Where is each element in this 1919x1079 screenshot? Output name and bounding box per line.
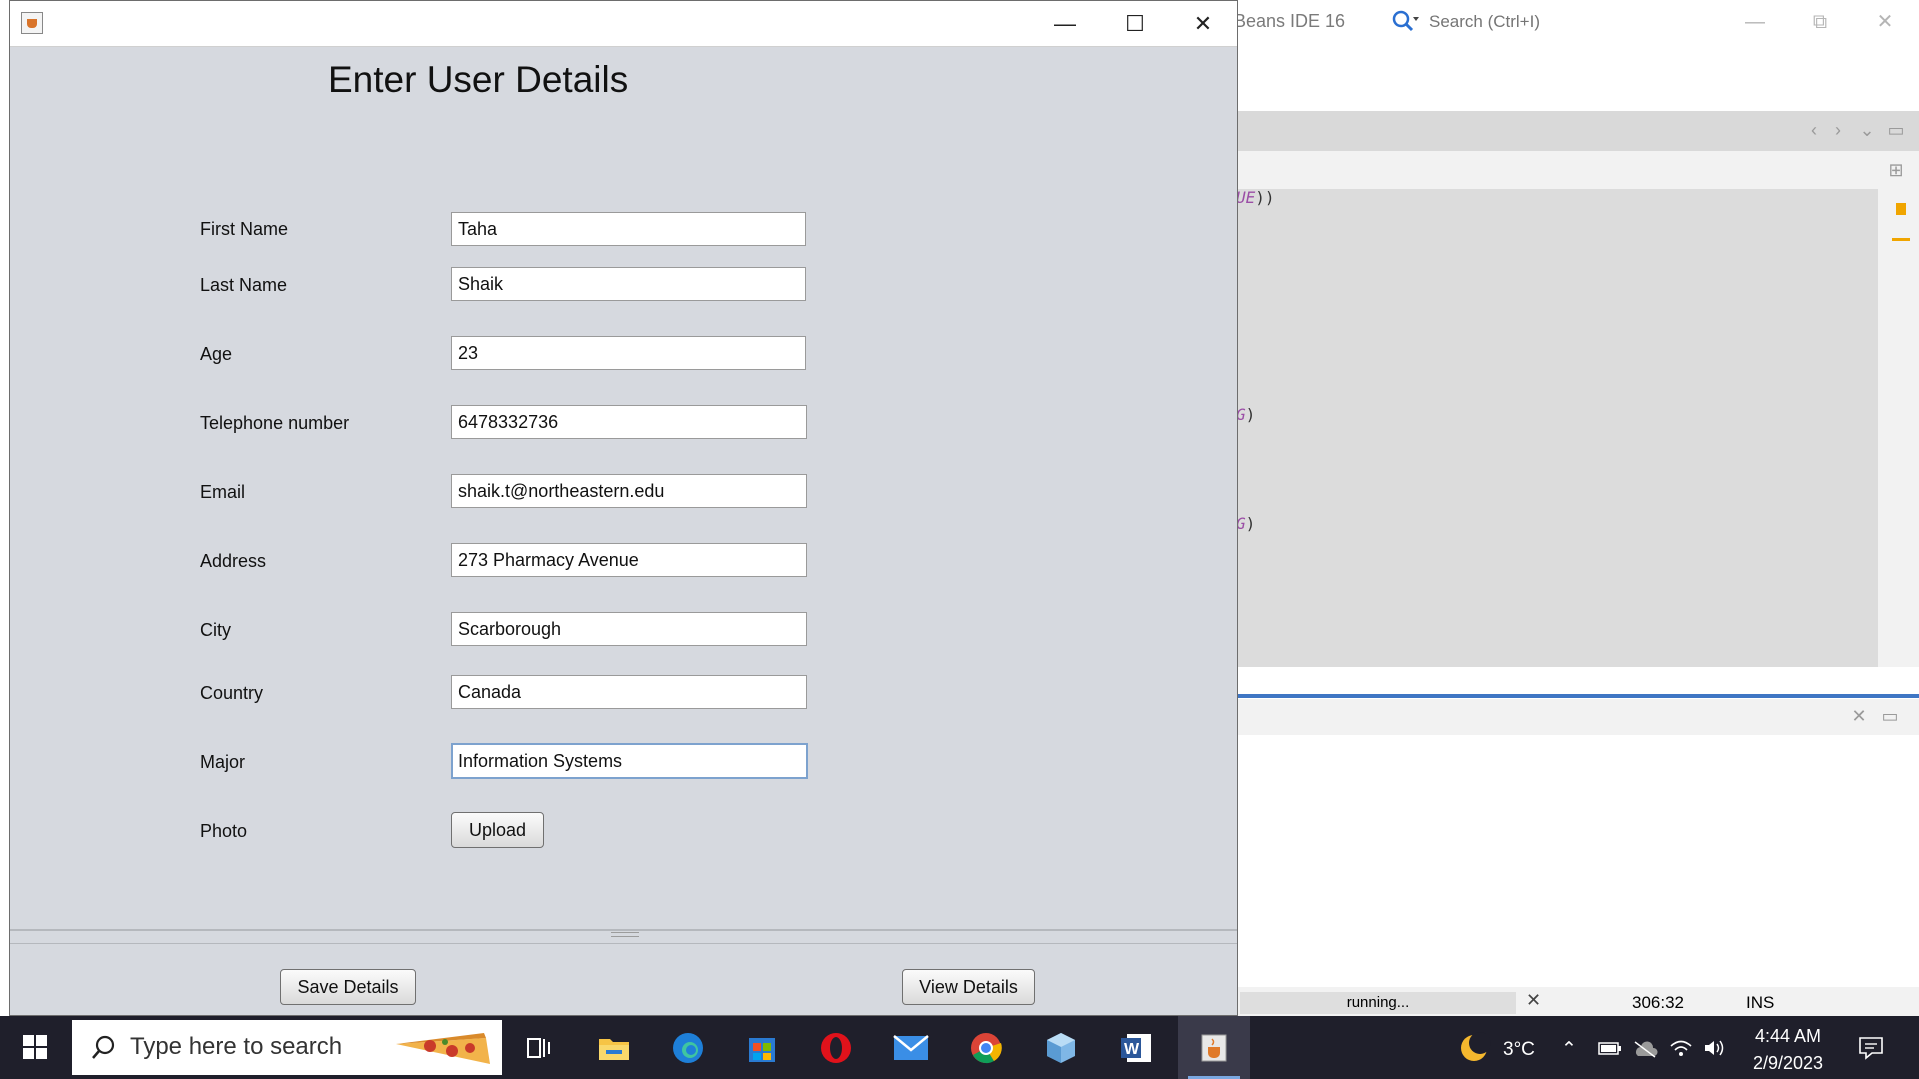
warning-marker[interactable] (1896, 203, 1906, 215)
weather-icon[interactable] (1458, 1031, 1492, 1071)
error-stripe (1878, 189, 1919, 667)
file-explorer-icon[interactable] (578, 1016, 650, 1079)
first-name-field[interactable] (451, 212, 806, 246)
edge-icon[interactable] (652, 1016, 724, 1079)
insert-mode: INS (1746, 993, 1775, 1012)
close-button[interactable]: ✕ (1168, 1, 1238, 46)
ide-minimize-button[interactable]: — (1735, 6, 1775, 38)
microsoft-store-icon[interactable] (726, 1016, 798, 1079)
word-icon[interactable]: W (1100, 1016, 1172, 1079)
city-label: City (200, 620, 231, 640)
search-icon[interactable] (1390, 8, 1420, 36)
svg-text:W: W (1124, 1041, 1140, 1058)
battery-icon[interactable] (1598, 1040, 1622, 1062)
ide-editor-toolbar (1238, 151, 1919, 189)
caret-marker (1892, 238, 1910, 241)
email-label: Email (200, 482, 246, 502)
taskbar-search-placeholder[interactable]: Type here to search (130, 1033, 342, 1061)
java-icon[interactable] (1178, 1016, 1250, 1079)
city-field[interactable] (451, 612, 807, 646)
output-panel[interactable] (1238, 735, 1919, 985)
telephone-label: Telephone number (200, 413, 350, 433)
save-details-button[interactable]: Save Details (280, 969, 416, 1005)
code-fragment: G) (1236, 514, 1256, 533)
divider (10, 929, 1237, 931)
task-view-icon[interactable] (504, 1016, 576, 1079)
divider (10, 943, 1237, 944)
clock-time[interactable]: 4:44 AM (1745, 1026, 1831, 1047)
wifi-icon[interactable] (1669, 1038, 1693, 1064)
onedrive-icon[interactable] (1632, 1040, 1658, 1064)
windows-logo-icon (23, 1035, 34, 1046)
maximize-window-icon[interactable]: ▭ (1886, 120, 1906, 140)
split-view-icon[interactable]: ⊞ (1886, 160, 1906, 180)
java-icon[interactable] (21, 12, 43, 34)
maximize-window-icon[interactable]: ▭ (1880, 706, 1900, 726)
code-fragment: G) (1236, 405, 1256, 424)
chevron-up-icon[interactable]: ⌃ (1561, 1038, 1577, 1061)
page-title: Enter User Details (328, 59, 629, 100)
upload-button[interactable]: Upload (451, 812, 544, 848)
caret-position: 306:32 (1632, 993, 1684, 1012)
volume-icon[interactable] (1703, 1038, 1727, 1064)
age-field[interactable] (451, 336, 806, 370)
mail-icon[interactable] (875, 1016, 947, 1079)
ide-title: Beans IDE 16 (1234, 11, 1346, 31)
maximize-button[interactable]: ☐ (1100, 1, 1170, 46)
address-label: Address (200, 551, 267, 571)
user-details-window: — ☐ ✕ Enter User Details First Name Last… (9, 0, 1238, 1016)
window-titlebar[interactable]: — ☐ ✕ (10, 1, 1237, 47)
photo-label: Photo (200, 821, 248, 841)
weather-temperature[interactable]: 3°C (1503, 1039, 1535, 1061)
windows-logo-icon (36, 1048, 47, 1059)
code-editor[interactable] (1238, 189, 1878, 667)
address-field[interactable] (451, 543, 807, 577)
chrome-icon[interactable] (950, 1016, 1022, 1079)
ide-search-input[interactable] (1425, 9, 1723, 35)
chevron-left-icon[interactable]: ‹ (1804, 120, 1824, 140)
windows-logo-icon (23, 1048, 34, 1059)
windows-logo-icon (36, 1035, 47, 1046)
pizza-icon (390, 1024, 498, 1071)
chevron-down-icon[interactable]: ⌄ (1857, 120, 1877, 140)
first-name-label: First Name (200, 219, 289, 239)
email-field[interactable] (451, 474, 807, 508)
output-separator[interactable] (1238, 694, 1919, 698)
ide-restore-button[interactable]: ⧉ (1800, 6, 1840, 38)
last-name-label: Last Name (200, 275, 288, 295)
ide-toolbar (1238, 44, 1919, 110)
view-details-button[interactable]: View Details (902, 969, 1035, 1005)
chevron-right-icon[interactable]: › (1828, 120, 1848, 140)
search-icon (90, 1034, 118, 1069)
opera-icon[interactable] (800, 1016, 872, 1079)
close-icon[interactable]: ✕ (1849, 706, 1869, 726)
last-name-field[interactable] (451, 267, 806, 301)
clock-date[interactable]: 2/9/2023 (1745, 1053, 1831, 1074)
output-header (1238, 699, 1919, 735)
progress-bar[interactable]: running... (1240, 992, 1516, 1014)
major-field[interactable] (451, 743, 808, 779)
minimize-button[interactable]: — (1030, 1, 1100, 46)
notification-icon[interactable] (1858, 1036, 1884, 1066)
split-pane-handle[interactable] (611, 932, 639, 937)
telephone-field[interactable] (451, 405, 807, 439)
country-label: Country (200, 683, 264, 703)
country-field[interactable] (451, 675, 807, 709)
close-icon[interactable]: ✕ (1526, 990, 1541, 1011)
major-label: Major (200, 752, 246, 772)
start-button[interactable] (0, 1016, 70, 1079)
netbeans-icon[interactable] (1025, 1016, 1097, 1079)
code-fragment: UE)) (1236, 188, 1275, 207)
age-label: Age (200, 344, 233, 364)
ide-close-button[interactable]: ✕ (1865, 6, 1905, 38)
